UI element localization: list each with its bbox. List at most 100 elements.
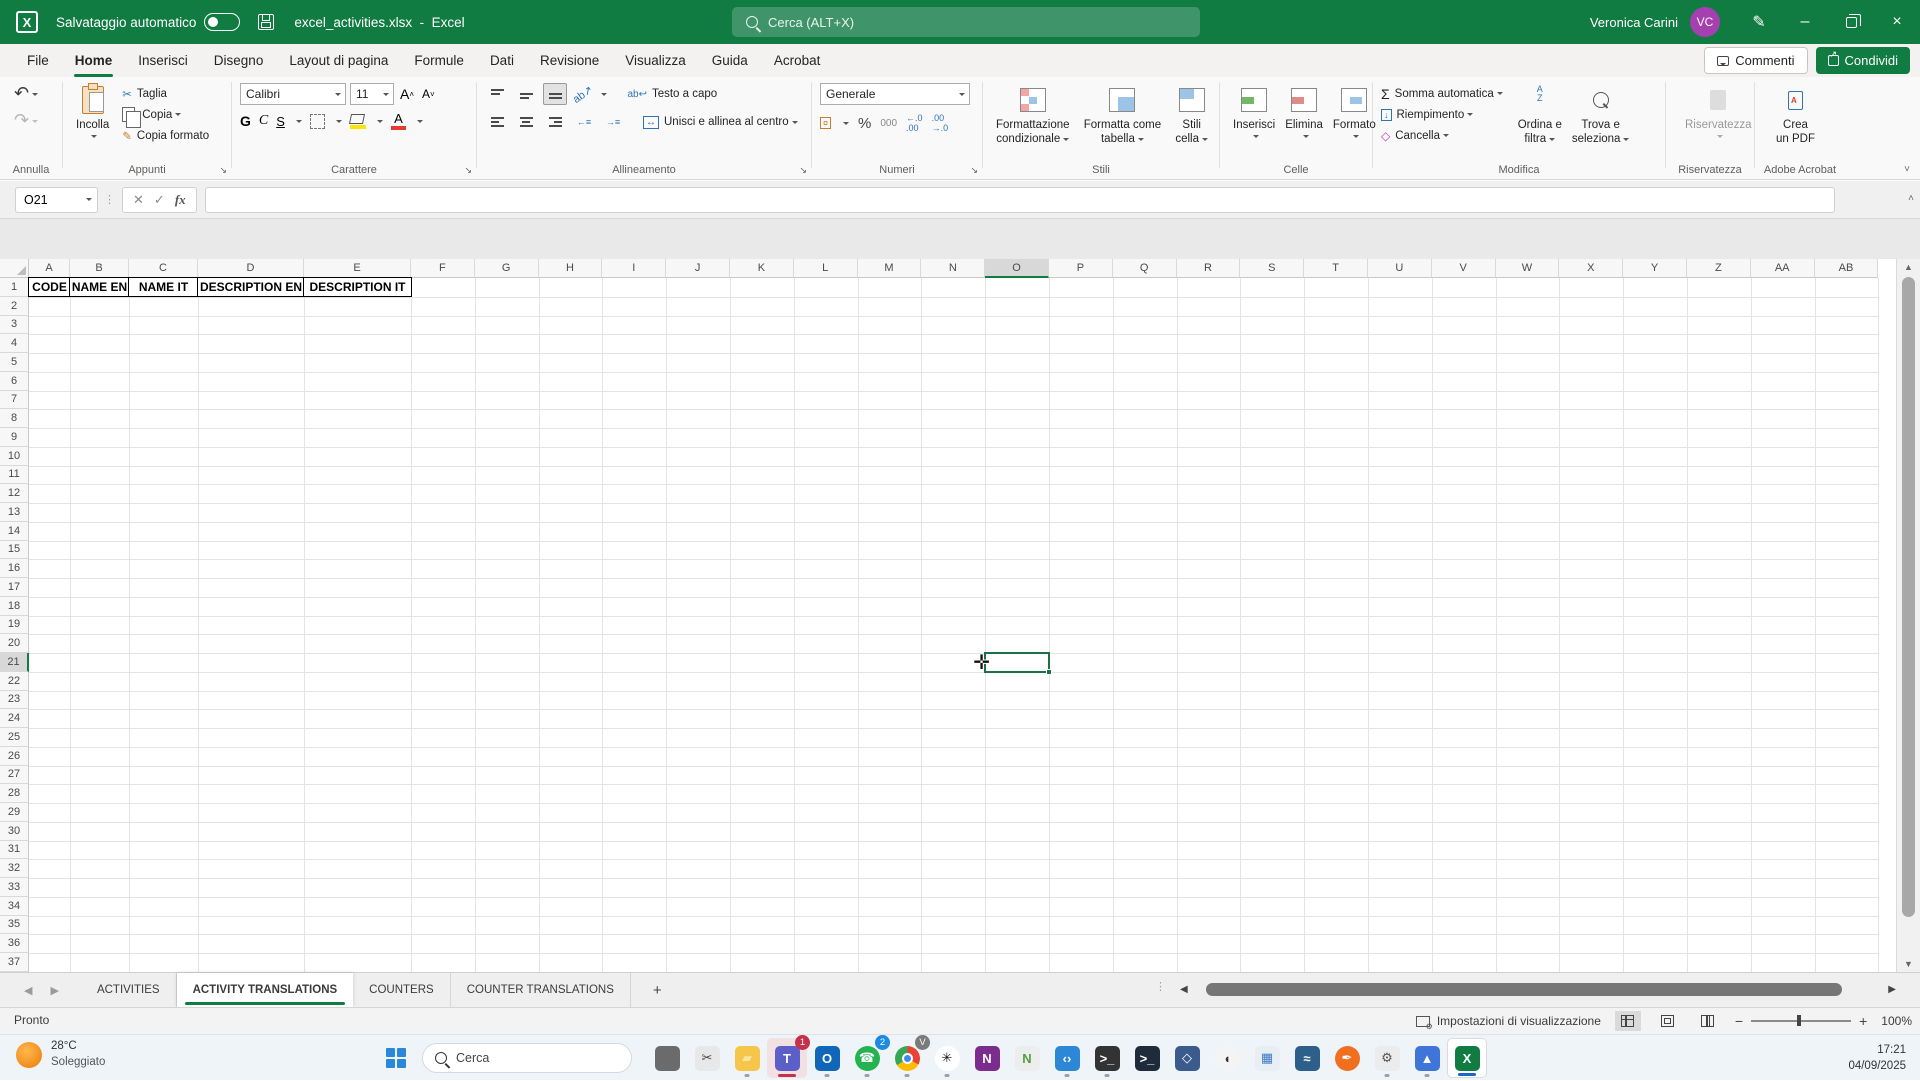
redo-button[interactable]: ↷ xyxy=(14,110,38,131)
appunti-dialog-launcher[interactable]: ↘ xyxy=(219,165,227,176)
numeri-dialog-launcher[interactable]: ↘ xyxy=(970,165,978,176)
formula-input[interactable] xyxy=(205,187,1835,213)
row-header-1[interactable]: 1 xyxy=(0,278,29,297)
row-header-23[interactable]: 23 xyxy=(0,691,29,710)
restore-button[interactable] xyxy=(1828,0,1874,44)
font-name-select[interactable]: Calibri xyxy=(240,83,346,105)
find-select-button[interactable]: Trova eseleziona xyxy=(1567,83,1635,149)
avatar[interactable]: VC xyxy=(1690,7,1720,37)
user-name[interactable]: Veronica Carini xyxy=(1590,15,1678,30)
row-header-32[interactable]: 32 xyxy=(0,859,29,878)
new-sheet-button[interactable]: + xyxy=(631,973,684,1007)
terminal-taskbar-button[interactable]: >_ xyxy=(1087,1038,1127,1078)
row-header-5[interactable]: 5 xyxy=(0,353,29,372)
row-header-12[interactable]: 12 xyxy=(0,484,29,503)
insert-cells-button[interactable]: Inserisci xyxy=(1228,83,1280,143)
clear-button[interactable]: ◇Cancella xyxy=(1381,125,1503,146)
cell-E1[interactable]: DESCRIPTION IT xyxy=(303,277,412,297)
whatsapp-taskbar-button[interactable]: ☎2 xyxy=(847,1038,887,1078)
align-bottom-button[interactable] xyxy=(543,83,567,105)
row-header-30[interactable]: 30 xyxy=(0,822,29,841)
zoom-slider[interactable] xyxy=(1751,1020,1851,1022)
mysql-workbench-taskbar-button[interactable]: ≈ xyxy=(1287,1038,1327,1078)
sheet-tab-activity-translations[interactable]: ACTIVITY TRANSLATIONS xyxy=(177,973,354,1007)
github-desktop-taskbar-button[interactable]: ◖ xyxy=(1207,1038,1247,1078)
row-header-22[interactable]: 22 xyxy=(0,672,29,691)
weather-widget[interactable]: 28°C Soleggiato xyxy=(16,1039,105,1070)
comma-style-button[interactable]: 000 xyxy=(880,118,897,129)
row-header-2[interactable]: 2 xyxy=(0,297,29,316)
row-header-4[interactable]: 4 xyxy=(0,334,29,353)
name-box[interactable]: O21 xyxy=(15,187,98,213)
horizontal-scrollbar[interactable]: ◀ ▶ xyxy=(1180,980,1896,998)
spreadsheet-grid[interactable]: ABCDEFGHIJKLMNOPQRSTUVWXYZAAAB1234567891… xyxy=(0,259,1896,972)
row-header-9[interactable]: 9 xyxy=(0,428,29,447)
align-top-button[interactable] xyxy=(485,83,509,105)
wrap-text-button[interactable]: ab↩Testo a capo xyxy=(627,84,717,105)
copy-button[interactable]: Copia xyxy=(122,104,209,125)
bold-button[interactable]: G xyxy=(240,113,251,129)
comments-button[interactable]: Commenti xyxy=(1704,47,1807,74)
tabbar-splitter[interactable]: ⋮ xyxy=(1155,980,1166,993)
ribbon-tab-visualizza[interactable]: Visualizza xyxy=(612,44,699,77)
zoom-in-button[interactable]: + xyxy=(1859,1013,1867,1029)
fill-button[interactable]: ↓Riempimento xyxy=(1381,104,1503,125)
column-header-T[interactable]: T xyxy=(1304,259,1368,278)
close-button[interactable]: × xyxy=(1874,0,1920,44)
dev-terminal-taskbar-button[interactable]: >_ xyxy=(1127,1038,1167,1078)
row-header-35[interactable]: 35 xyxy=(0,916,29,935)
cell-styles-button[interactable]: Stilicella xyxy=(1170,83,1213,149)
quill-app-taskbar-button[interactable]: ✒ xyxy=(1327,1038,1367,1078)
cancel-entry-icon[interactable]: ✕ xyxy=(133,192,144,208)
row-header-21[interactable]: 21 xyxy=(0,653,29,672)
sheet-tab-counters[interactable]: COUNTERS xyxy=(353,973,451,1007)
align-center-button[interactable] xyxy=(514,111,538,133)
row-header-31[interactable]: 31 xyxy=(0,841,29,860)
normal-view-button[interactable] xyxy=(1615,1011,1641,1031)
column-header-Y[interactable]: Y xyxy=(1623,259,1687,278)
column-header-C[interactable]: C xyxy=(129,259,198,278)
align-right-button[interactable] xyxy=(543,111,567,133)
row-header-8[interactable]: 8 xyxy=(0,409,29,428)
snipping-tool-taskbar-button[interactable]: ✂ xyxy=(687,1038,727,1078)
fill-handle[interactable] xyxy=(1046,669,1052,675)
row-header-29[interactable]: 29 xyxy=(0,803,29,822)
ribbon-tab-guida[interactable]: Guida xyxy=(699,44,761,77)
minimize-button[interactable]: – xyxy=(1782,0,1828,44)
ribbon-tab-file[interactable]: File xyxy=(14,44,62,77)
clock[interactable]: 17:21 04/09/2025 xyxy=(1848,1042,1906,1074)
row-header-3[interactable]: 3 xyxy=(0,316,29,335)
row-header-27[interactable]: 27 xyxy=(0,766,29,785)
column-header-X[interactable]: X xyxy=(1559,259,1623,278)
search-box[interactable]: Cerca (ALT+X) xyxy=(732,7,1200,37)
share-button[interactable]: Condividi xyxy=(1816,47,1910,74)
number-format-select[interactable]: Generale xyxy=(820,83,970,105)
column-header-G[interactable]: G xyxy=(475,259,539,278)
horizontal-scrollbar-thumb[interactable] xyxy=(1206,983,1843,996)
row-header-17[interactable]: 17 xyxy=(0,578,29,597)
notepadpp-taskbar-button[interactable]: N xyxy=(1007,1038,1047,1078)
cell-C1[interactable]: NAME IT xyxy=(128,277,199,297)
row-header-24[interactable]: 24 xyxy=(0,709,29,728)
insert-function-icon[interactable]: fx xyxy=(175,192,186,208)
column-header-I[interactable]: I xyxy=(602,259,666,278)
excel-logo-icon[interactable]: X xyxy=(16,11,38,33)
settings-taskbar-button[interactable]: ⚙ xyxy=(1367,1038,1407,1078)
scroll-right-arrow[interactable]: ▶ xyxy=(1888,984,1896,995)
formula-bar-splitter[interactable]: ⋮ xyxy=(104,193,116,206)
column-header-U[interactable]: U xyxy=(1368,259,1432,278)
font-color-button[interactable]: A xyxy=(391,112,406,130)
conditional-formatting-button[interactable]: Formattazionecondizionale xyxy=(991,83,1075,149)
autosave-toggle[interactable] xyxy=(204,13,240,31)
confirm-entry-icon[interactable]: ✓ xyxy=(154,192,165,208)
percent-style-button[interactable]: % xyxy=(858,115,871,132)
ribbon-display-options-icon[interactable]: ✎ xyxy=(1736,0,1782,44)
column-header-H[interactable]: H xyxy=(539,259,603,278)
cell-A1[interactable]: CODE xyxy=(28,277,71,297)
column-header-F[interactable]: F xyxy=(411,259,475,278)
row-header-16[interactable]: 16 xyxy=(0,559,29,578)
format-as-table-button[interactable]: Formatta cometabella xyxy=(1079,83,1166,149)
row-header-13[interactable]: 13 xyxy=(0,503,29,522)
data-blocks-taskbar-button[interactable]: ▦ xyxy=(1247,1038,1287,1078)
sheet-tab-activities[interactable]: ACTIVITIES xyxy=(81,973,177,1007)
